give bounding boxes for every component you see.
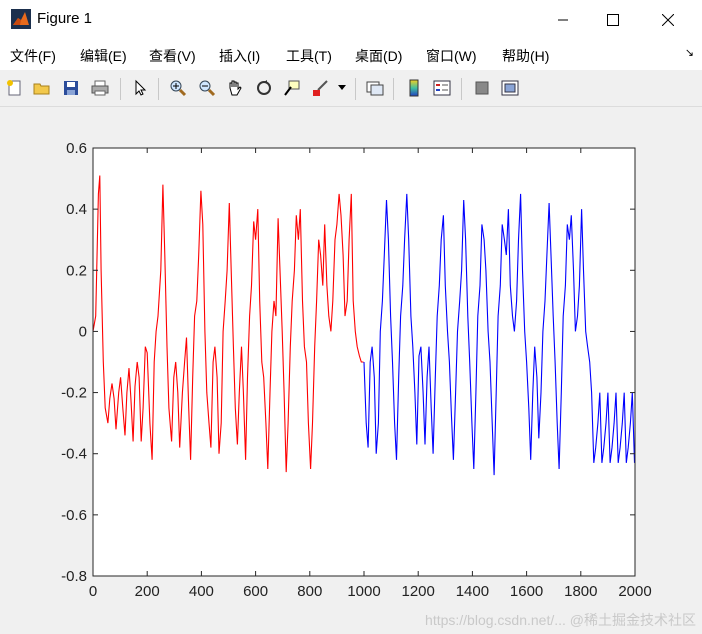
x-tick-label: 600 — [243, 583, 268, 600]
menu-bar: 文件(F) 编辑(E) 查看(V) 插入(I) 工具(T) 桌面(D) 窗口(W… — [0, 40, 702, 70]
y-tick-label: -0.4 — [61, 446, 87, 463]
x-tick-label: 1800 — [564, 583, 597, 600]
minimize-icon — [558, 19, 568, 21]
y-tick-label: -0.6 — [61, 507, 87, 524]
pan-hand-icon[interactable] — [224, 77, 246, 99]
toolbar-separator — [120, 78, 121, 100]
print-icon[interactable] — [89, 77, 111, 99]
save-icon[interactable] — [60, 77, 82, 99]
close-icon — [662, 14, 674, 26]
menu-desktop[interactable]: 桌面(D) — [355, 46, 402, 66]
menu-edit[interactable]: 编辑(E) — [80, 46, 127, 66]
maximize-icon — [607, 14, 619, 26]
x-tick-label: 800 — [297, 583, 322, 600]
brush-icon[interactable] — [310, 77, 332, 99]
y-tick-label: 0 — [79, 323, 87, 340]
y-tick-label: -0.8 — [61, 568, 87, 585]
menu-help[interactable]: 帮助(H) — [502, 46, 549, 66]
minimize-button[interactable] — [540, 0, 586, 40]
menu-view[interactable]: 查看(V) — [149, 46, 196, 66]
menu-window[interactable]: 窗口(W) — [426, 46, 477, 66]
figure-canvas: 0 200 400 600 800 1000 1200 1400 1600 1800 2000 -0.… — [0, 107, 702, 634]
title-bar: Figure 1 — [0, 0, 702, 40]
x-tick-label: 0 — [89, 583, 97, 600]
zoom-in-icon[interactable] — [167, 77, 189, 99]
data-cursor-icon[interactable] — [281, 77, 303, 99]
dock-arrow-icon[interactable]: ↘ — [685, 46, 694, 59]
figure-toolbar — [0, 72, 702, 107]
show-plot-tools-icon[interactable] — [499, 77, 521, 99]
toolbar-separator — [355, 78, 356, 100]
x-tick-label: 1000 — [347, 583, 380, 600]
line-plot[interactable]: 0 200 400 600 800 1000 1200 1400 1600 1800 2000 -0.… — [0, 107, 702, 634]
toolbar-separator — [461, 78, 462, 100]
menu-tools[interactable]: 工具(T) — [286, 46, 332, 66]
zoom-out-icon[interactable] — [196, 77, 218, 99]
x-tick-label: 400 — [189, 583, 214, 600]
brush-dropdown-icon[interactable] — [336, 77, 348, 99]
menu-insert[interactable]: 插入(I) — [219, 46, 260, 66]
toolbar-separator — [158, 78, 159, 100]
window-title: Figure 1 — [37, 10, 93, 27]
x-tick-label: 1200 — [402, 583, 435, 600]
y-tick-label: 0.4 — [66, 201, 87, 218]
x-tick-label: 2000 — [618, 583, 651, 600]
x-tick-label: 1600 — [510, 583, 543, 600]
pointer-icon[interactable] — [129, 77, 151, 99]
legend-icon[interactable] — [431, 77, 453, 99]
open-file-icon[interactable] — [31, 77, 53, 99]
toolbar-separator — [393, 78, 394, 100]
menu-file[interactable]: 文件(F) — [10, 46, 56, 66]
close-button[interactable] — [645, 0, 691, 40]
rotate-3d-icon[interactable] — [253, 77, 275, 99]
colorbar-icon[interactable] — [403, 77, 425, 99]
link-plot-icon[interactable] — [364, 77, 386, 99]
y-tick-label: 0.6 — [66, 140, 87, 157]
y-tick-label: 0.2 — [66, 262, 87, 279]
y-tick-label: -0.2 — [61, 385, 87, 402]
watermark-text: https://blog.csdn.net/... @稀土掘金技术社区 — [425, 612, 696, 628]
hide-plot-tools-icon[interactable] — [471, 77, 493, 99]
x-tick-label: 200 — [135, 583, 160, 600]
x-tick-label: 1400 — [456, 583, 489, 600]
matlab-app-icon — [11, 9, 31, 29]
new-figure-icon[interactable] — [4, 77, 26, 99]
maximize-button[interactable] — [590, 0, 636, 40]
